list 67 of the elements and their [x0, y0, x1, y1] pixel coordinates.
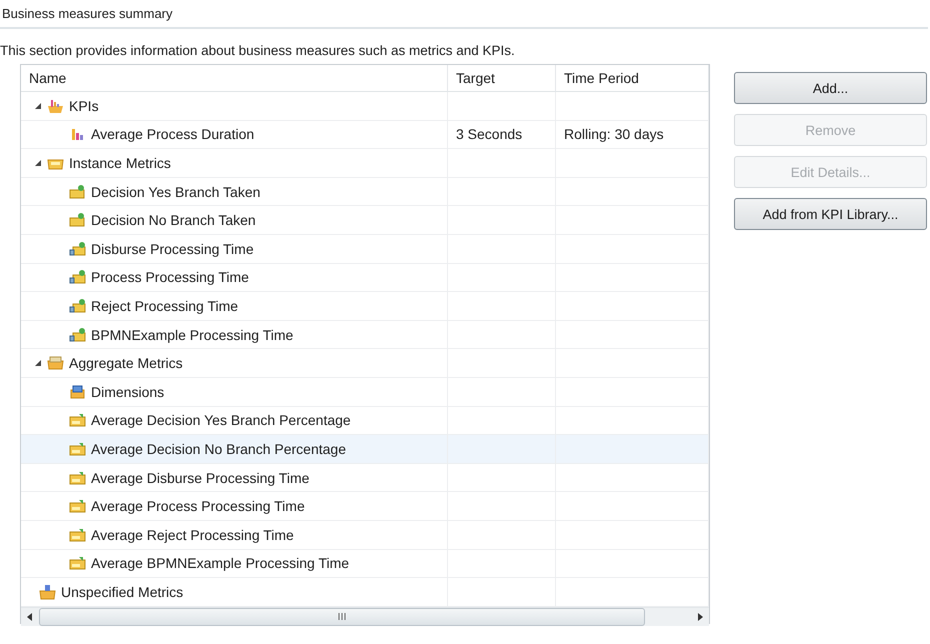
section-description: This section provides information about business measures such as metrics and KPIs. — [0, 42, 516, 60]
folder-icon — [39, 584, 56, 600]
tree-row[interactable]: Decision Yes Branch Taken — [21, 178, 448, 206]
action-button[interactable]: Add... — [734, 72, 927, 104]
row-name: Process Processing Time — [91, 269, 249, 286]
scroll-left-icon[interactable] — [27, 612, 33, 621]
row-name: Average BPMNExample Processing Time — [91, 555, 350, 572]
horizontal-scrollbar[interactable] — [21, 606, 709, 626]
row-name: Disburse Processing Time — [91, 240, 254, 257]
row-name: Dimensions — [91, 384, 164, 400]
action-button[interactable]: Add from KPI Library... — [734, 198, 927, 230]
metric-icon — [69, 240, 86, 257]
tree-row[interactable]: Average Disburse Processing Time — [21, 464, 448, 492]
grip-icon — [338, 613, 346, 620]
tree-row[interactable]: Average Decision No Branch Percentage — [21, 435, 448, 464]
tree-row[interactable]: Unspecified Metrics — [21, 578, 448, 607]
tree-row[interactable]: Instance Metrics — [21, 149, 448, 178]
row-name: KPIs — [69, 98, 99, 114]
tree-row[interactable]: Process Processing Time — [21, 264, 448, 292]
metric-icon — [69, 212, 86, 228]
metric-icon — [69, 184, 86, 200]
section-title: Business measures summary — [1, 6, 174, 23]
metric-icon — [69, 470, 86, 486]
tree-row[interactable]: Average BPMNExample Processing Time — [21, 550, 448, 578]
kpi-folder-icon — [47, 98, 64, 114]
folder-icon — [47, 355, 64, 372]
row-name: Average Disburse Processing Time — [91, 470, 310, 486]
scrollbar-thumb[interactable] — [39, 608, 645, 626]
tree-row[interactable]: Average Reject Processing Time — [21, 520, 448, 550]
tree-row[interactable]: Reject Processing Time — [21, 292, 448, 321]
cube-icon — [69, 384, 86, 400]
row-name: Average Process Processing Time — [91, 498, 305, 514]
metric-icon — [69, 440, 86, 457]
tree-row[interactable]: Average Process Processing Time — [21, 492, 448, 521]
metric-icon — [69, 498, 86, 514]
row-name: Aggregate Metrics — [69, 355, 183, 372]
collapse-arrow-icon[interactable] — [34, 102, 42, 110]
row-name: Average Decision Yes Branch Percentage — [91, 412, 351, 428]
bar-chart-icon — [69, 126, 86, 142]
metric-icon — [69, 526, 86, 543]
tree-row[interactable]: Disburse Processing Time — [21, 234, 448, 264]
collapse-arrow-icon[interactable] — [34, 359, 42, 368]
tree-row[interactable]: KPIs — [21, 92, 448, 121]
metric-icon — [69, 555, 86, 572]
table-cell: 3 Seconds — [448, 120, 556, 150]
tree-row[interactable]: Dimensions — [21, 378, 448, 407]
metric-icon — [69, 326, 86, 343]
metric-icon — [69, 412, 86, 428]
row-name: Average Process Duration — [91, 126, 254, 142]
collapse-arrow-icon[interactable] — [34, 158, 42, 167]
tree-row[interactable]: Aggregate Metrics — [21, 349, 448, 378]
tree-row[interactable]: BPMNExample Processing Time — [21, 320, 448, 350]
row-name: Average Decision No Branch Percentage — [91, 440, 346, 457]
tree-row[interactable]: Average Process Duration — [21, 120, 448, 150]
tree-row[interactable]: Decision No Branch Taken — [21, 206, 448, 235]
row-name: BPMNExample Processing Time — [91, 326, 294, 343]
scroll-right-icon[interactable] — [697, 612, 703, 621]
row-name: Instance Metrics — [69, 154, 171, 171]
row-name: Decision Yes Branch Taken — [91, 184, 260, 200]
row-name: Reject Processing Time — [91, 298, 238, 314]
metric-icon — [69, 269, 86, 286]
row-name: Decision No Branch Taken — [91, 212, 256, 228]
row-name: Unspecified Metrics — [61, 584, 184, 600]
table-cell: Rolling: 30 days — [556, 120, 709, 150]
tree-row[interactable]: Average Decision Yes Branch Percentage — [21, 406, 448, 436]
metric-icon — [69, 298, 86, 314]
row-name: Average Reject Processing Time — [91, 526, 294, 543]
